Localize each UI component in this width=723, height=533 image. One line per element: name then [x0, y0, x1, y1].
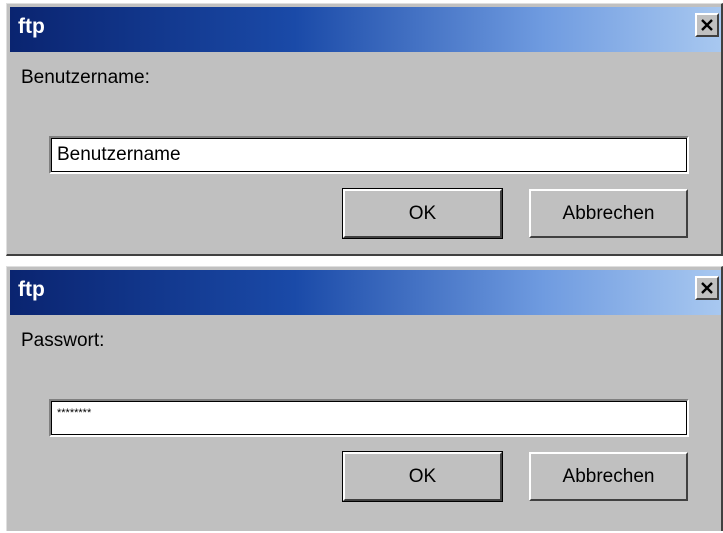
ok-button[interactable]: OK: [342, 188, 503, 239]
window-title: ftp: [18, 278, 45, 301]
password-dialog: ftp Passwort: ******** OK Abbrechen: [6, 266, 723, 531]
username-label: Benutzername:: [21, 67, 150, 88]
window-title: ftp: [18, 15, 45, 38]
password-input-value: ********: [57, 407, 92, 419]
cancel-button[interactable]: Abbrechen: [529, 452, 688, 501]
username-dialog: ftp Benutzername: Benutzername OK Abbrec…: [6, 3, 723, 256]
close-icon: [701, 282, 713, 294]
close-icon: [701, 19, 713, 31]
title-bar[interactable]: ftp: [10, 270, 721, 315]
password-label: Passwort:: [21, 330, 105, 351]
ok-button[interactable]: OK: [342, 451, 503, 502]
cancel-button[interactable]: Abbrechen: [529, 189, 688, 238]
username-input[interactable]: Benutzername: [49, 136, 689, 174]
close-button[interactable]: [695, 13, 719, 37]
password-input[interactable]: ********: [49, 399, 689, 437]
title-bar[interactable]: ftp: [10, 7, 721, 52]
username-input-value: Benutzername: [57, 144, 181, 165]
close-button[interactable]: [695, 276, 719, 300]
